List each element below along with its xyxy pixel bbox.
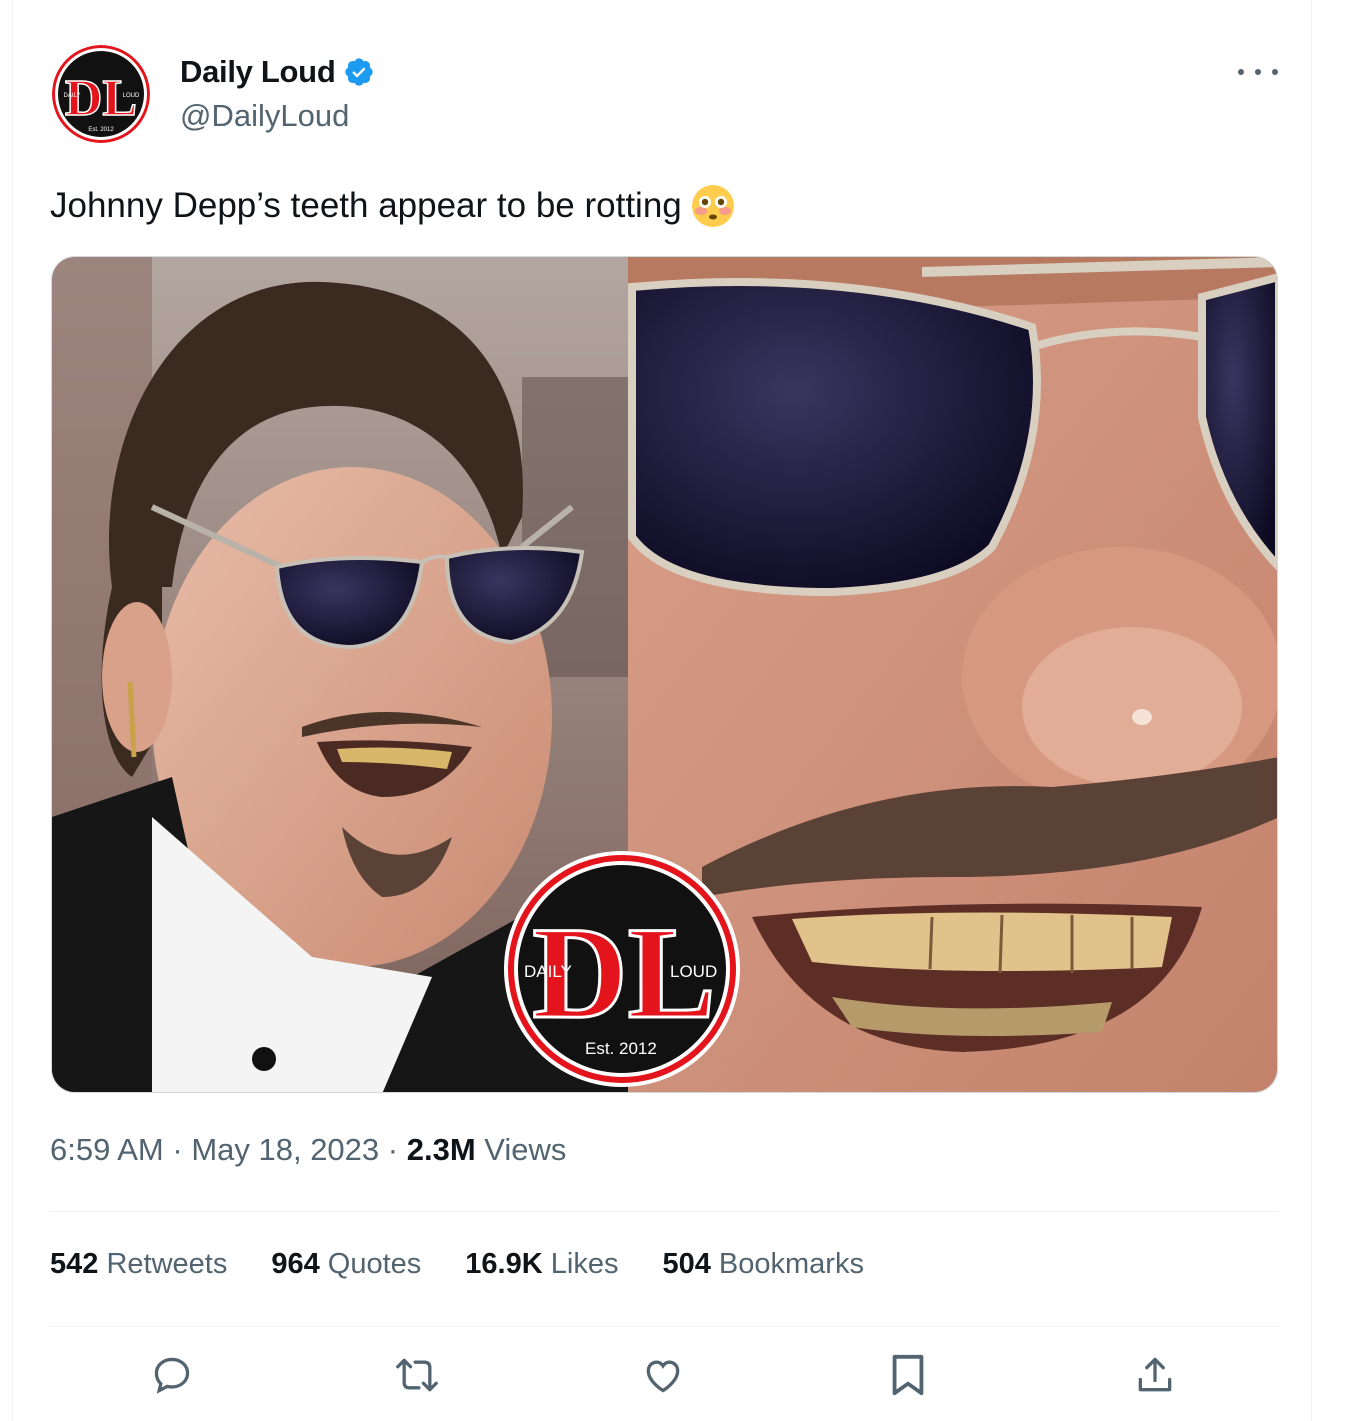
meta-separator: · [379,1132,407,1167]
watermark-est: Est. 2012 [585,1039,657,1058]
svg-text:DAILY: DAILY [64,93,81,99]
tweet-text: Johnny Depp’s teeth appear to be rotting [50,183,736,229]
stat-count: 16.9K [465,1248,543,1280]
stat-label: Bookmarks [710,1248,864,1280]
share-icon[interactable] [1130,1350,1180,1400]
flushed-face-emoji-icon [690,183,736,229]
author-name-row[interactable]: Daily Loud [180,54,375,90]
more-options-icon[interactable] [1238,60,1278,84]
stat-label: Quotes [319,1248,422,1280]
reply-icon[interactable] [147,1350,197,1400]
meta-separator: · [163,1132,192,1167]
views-label: Views [475,1132,567,1167]
svg-text:LOUD: LOUD [123,93,140,99]
stat-likes[interactable]: 16.9K Likes [465,1248,618,1281]
like-icon[interactable] [638,1350,688,1400]
stat-retweets[interactable]: 542 Retweets [50,1248,227,1281]
daily-loud-logo-icon: DL DAILY LOUD Est. 2012 [52,45,150,143]
verified-badge-icon [343,56,375,88]
tweet-media-image[interactable]: DL DAILY LOUD Est. 2012 [51,256,1278,1093]
svg-text:Est. 2012: Est. 2012 [88,127,114,133]
views-count: 2.3M [406,1132,476,1167]
tweet-text-content: Johnny Depp’s teeth appear to be rotting [50,186,682,225]
stat-count: 542 [50,1248,99,1280]
author-display-name[interactable]: Daily Loud [180,54,336,90]
stat-label: Likes [542,1248,619,1280]
retweet-icon[interactable] [392,1350,442,1400]
stat-bookmarks[interactable]: 504 Bookmarks [662,1248,864,1281]
divider [50,1326,1278,1327]
watermark-left-word: DAILY [524,962,572,981]
stat-label: Retweets [98,1248,228,1280]
stat-count: 504 [662,1248,711,1280]
author-avatar[interactable]: DL DAILY LOUD Est. 2012 [52,45,150,143]
divider [50,1211,1278,1212]
bookmark-icon[interactable] [883,1350,933,1400]
tweet-meta: 6:59 AM · May 18, 2023 · 2.3M Views [50,1132,566,1168]
engagement-stats: 542 Retweets 964 Quotes 16.9K Likes 504 … [50,1248,908,1281]
author-handle[interactable]: @DailyLoud [180,98,349,134]
action-bar [0,1350,1360,1410]
photo-collage: DL [52,257,1277,1092]
tweet-time[interactable]: 6:59 AM [50,1132,164,1168]
tweet-date[interactable]: May 18, 2023 [191,1132,379,1168]
watermark-right-word: LOUD [670,962,718,981]
stat-quotes[interactable]: 964 Quotes [271,1248,421,1281]
stat-count: 964 [271,1248,320,1280]
